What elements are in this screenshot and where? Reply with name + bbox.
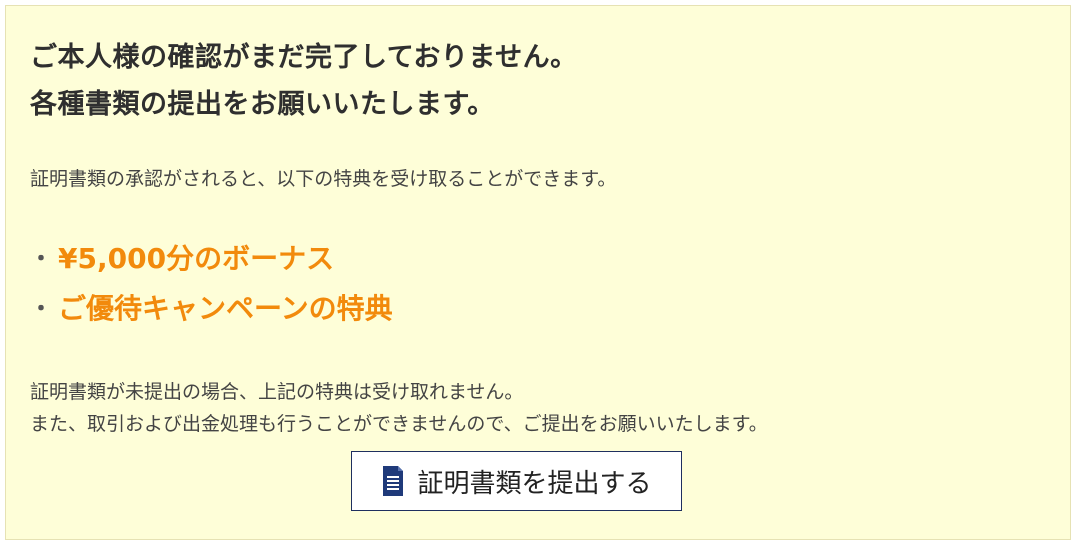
warning-line-2: また、取引および出金処理も行うことができませんので、ご提出をお願いいたします。 [30,413,768,435]
bullet-mark: ・ [30,297,53,322]
warning-text: 証明書類が未提出の場合、上記の特典は受け取れません。 また、取引および出金処理も… [30,376,1070,440]
verification-notice-panel: ご本人様の確認がまだ完了しておりません。 各種書類の提出をお願いいたします。 証… [5,5,1071,540]
submit-button-label: 証明書類を提出する [417,468,652,499]
headline-line-1: ご本人様の確認がまだ完了しておりません。 [30,42,578,73]
submit-documents-button[interactable]: 証明書類を提出する [351,451,682,511]
notice-headline: ご本人様の確認がまだ完了しておりません。 各種書類の提出をお願いいたします。 [30,34,1070,128]
benefit-intro-text: 証明書類の承認がされると、以下の特典を受け取ることができます。 [30,168,617,190]
benefit-label-bonus: ¥5,000分のボーナス [58,242,335,275]
warning-line-1: 証明書類が未提出の場合、上記の特典は受け取れません。 [30,381,524,403]
headline-line-2: 各種書類の提出をお願いいたします。 [30,89,495,120]
benefit-item-campaign: ・ ご優待キャンペーンの特典 [30,282,1070,332]
benefit-item-bonus: ・ ¥5,000分のボーナス [30,232,1070,282]
benefit-list: ・ ¥5,000分のボーナス ・ ご優待キャンペーンの特典 [30,232,1070,332]
bullet-mark: ・ [30,247,53,272]
document-icon [383,466,404,496]
benefit-label-campaign: ご優待キャンペーンの特典 [58,292,393,325]
